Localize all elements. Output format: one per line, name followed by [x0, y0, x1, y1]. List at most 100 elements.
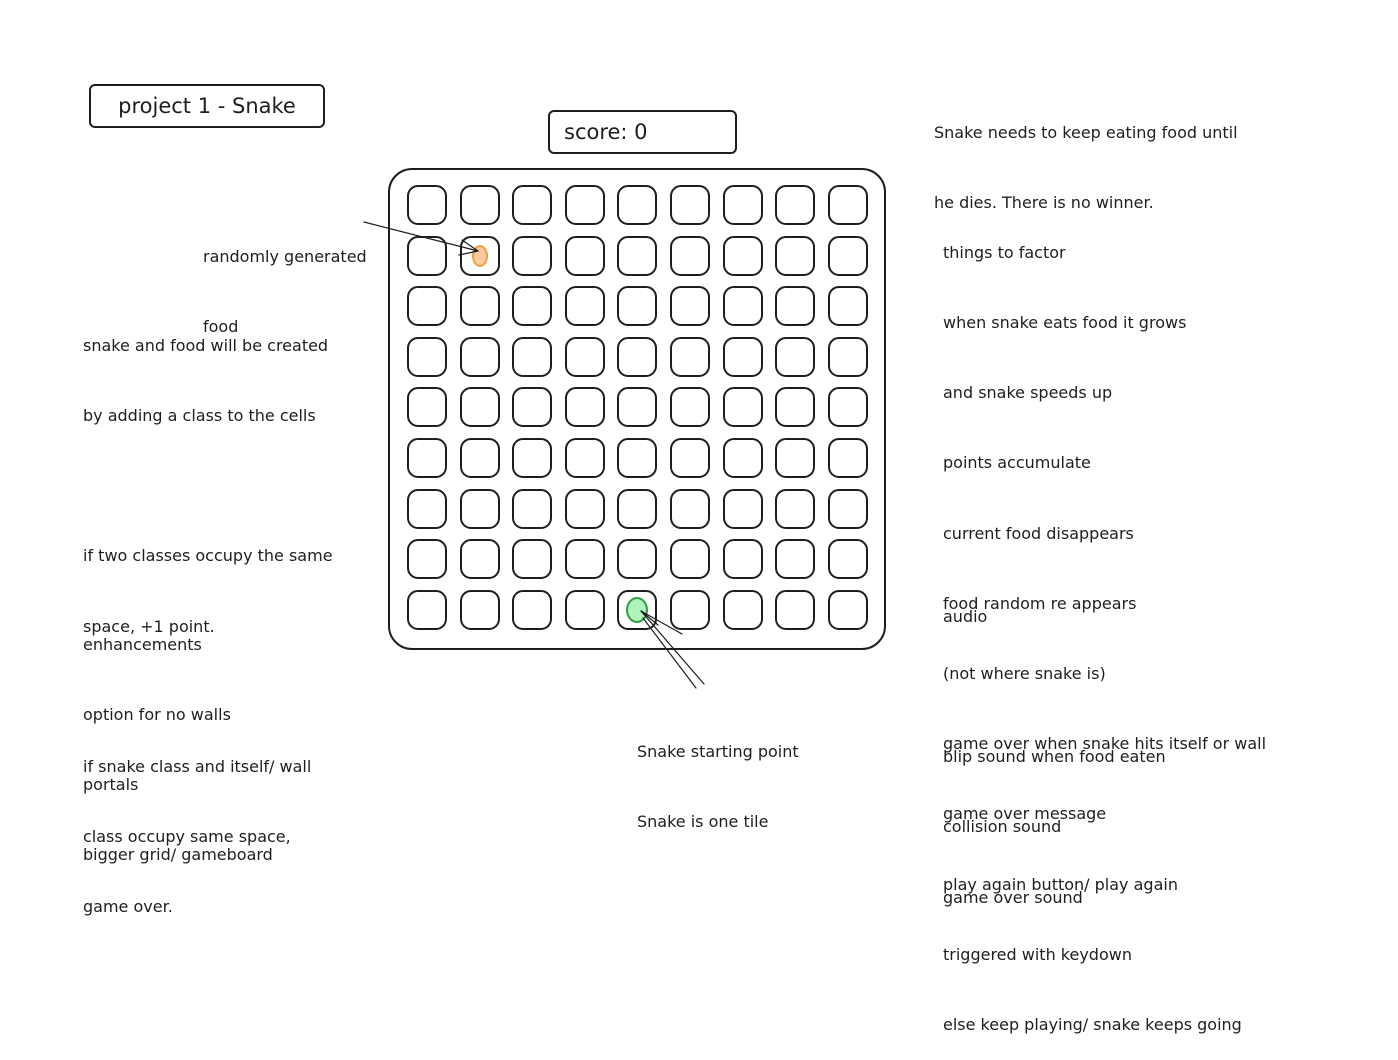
grid-cell [775, 488, 816, 529]
audio-line: game over sound [943, 887, 1083, 907]
food-token [471, 244, 488, 267]
score-box: score: 0 [548, 110, 737, 154]
class-note-line: snake and food will be created [83, 335, 329, 355]
game-board [388, 168, 886, 650]
grid-cell [407, 589, 447, 630]
class-note-line [83, 474, 333, 497]
grid-cell [827, 286, 868, 327]
grid-cell [564, 488, 605, 529]
grid-cell [512, 235, 553, 276]
enhancement-line: bigger grid/ gameboard [83, 845, 273, 865]
grid-cell [512, 488, 553, 529]
grid-cell [670, 539, 710, 580]
audio-line: collision sound [943, 817, 1062, 837]
grid-cell [775, 589, 816, 630]
grid-cell [670, 286, 710, 327]
grid-cell [512, 438, 553, 478]
grid-cell [722, 589, 763, 630]
grid-cell [459, 589, 500, 630]
grid-cell [617, 539, 658, 580]
grid-cell [722, 235, 763, 276]
grid-cell [775, 387, 816, 428]
grid-cell [407, 488, 447, 529]
snake-token [626, 596, 649, 623]
audio-line: blip sound when food eaten [943, 747, 1166, 767]
grid-cell [827, 438, 868, 478]
grid-cell [512, 539, 553, 580]
grid-cell [827, 589, 868, 630]
grid-cell [564, 387, 605, 428]
grid-cell [512, 336, 553, 377]
title-text: project 1 - Snake [118, 94, 296, 118]
grid-cell [617, 387, 658, 428]
grid-cell [670, 235, 710, 276]
grid-cell [617, 488, 658, 529]
grid-cell [459, 387, 500, 428]
grid-cell [722, 286, 763, 327]
grid-cell [722, 387, 763, 428]
enhancements-list: enhancements option for no walls portals… [83, 586, 273, 890]
grid-cell [459, 185, 500, 225]
grid-cell [512, 185, 553, 225]
grid-cell [775, 286, 816, 327]
audio-line: audio [943, 606, 988, 626]
grid-cell [564, 235, 605, 276]
grid-cell [459, 438, 500, 478]
grid-cell [407, 185, 447, 225]
audio-notes: audio blip sound when food eaten collisi… [943, 558, 1166, 932]
score-text: score: 0 [564, 120, 648, 144]
enhancement-line: option for no walls [83, 705, 231, 725]
class-note-line: by adding a class to the cells [83, 406, 316, 426]
grid-cell [512, 387, 553, 428]
grid-cell [564, 539, 605, 580]
grid-cell [775, 539, 816, 580]
grid-cell [670, 185, 710, 225]
grid-cell [722, 438, 763, 478]
grid-cell [617, 589, 658, 630]
grid-cell [459, 539, 500, 580]
grid-cell [407, 438, 447, 478]
grid-cell [670, 488, 710, 529]
grid-cell [670, 438, 710, 478]
summary-line: Snake needs to keep eating food until [934, 122, 1238, 142]
factor-line: and snake speeds up [943, 383, 1113, 403]
grid-cell [459, 488, 500, 529]
grid-cell [617, 185, 658, 225]
grid-cell [670, 336, 710, 377]
grid-cell [775, 185, 816, 225]
food-annotation-line: randomly generated [203, 246, 367, 266]
grid-cell [459, 235, 500, 276]
grid-cell [775, 438, 816, 478]
grid-cell [407, 539, 447, 580]
grid-cell [617, 336, 658, 377]
enhancement-line: portals [83, 775, 139, 795]
grid-cell [407, 336, 447, 377]
grid-cell [407, 387, 447, 428]
class-note-line: game over. [83, 897, 173, 917]
factor-line: else keep playing/ snake keeps going [943, 1015, 1242, 1035]
grid-cell [564, 589, 605, 630]
grid-cell [827, 539, 868, 580]
grid-cell [722, 185, 763, 225]
factor-line: when snake eats food it grows [943, 313, 1187, 333]
snake-annotation-line: Snake is one tile [637, 812, 769, 832]
grid-cell [564, 286, 605, 327]
grid-cell [722, 539, 763, 580]
grid-cell [775, 235, 816, 276]
factor-line: points accumulate [943, 453, 1091, 473]
grid-cell [827, 336, 868, 377]
grid-cell [407, 286, 447, 327]
grid-cell [827, 488, 868, 529]
factor-line: triggered with keydown [943, 944, 1132, 964]
audio-line [943, 675, 1166, 698]
grid-cell [775, 336, 816, 377]
grid-cell [512, 589, 553, 630]
grid-cell [722, 336, 763, 377]
grid-cell [617, 438, 658, 478]
grid-cell [459, 336, 500, 377]
grid-cell [617, 286, 658, 327]
factor-line: current food disappears [943, 523, 1134, 543]
factor-line: things to factor [943, 242, 1066, 262]
grid-cell [827, 387, 868, 428]
grid-cell [564, 185, 605, 225]
